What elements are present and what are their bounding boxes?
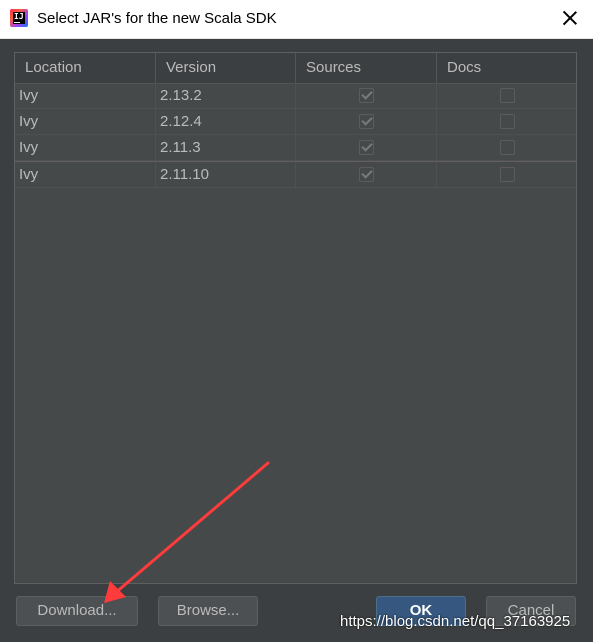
watermark-text: https://blog.csdn.net/qq_37163925 [340, 613, 571, 630]
red-annotation-arrow [104, 461, 270, 603]
